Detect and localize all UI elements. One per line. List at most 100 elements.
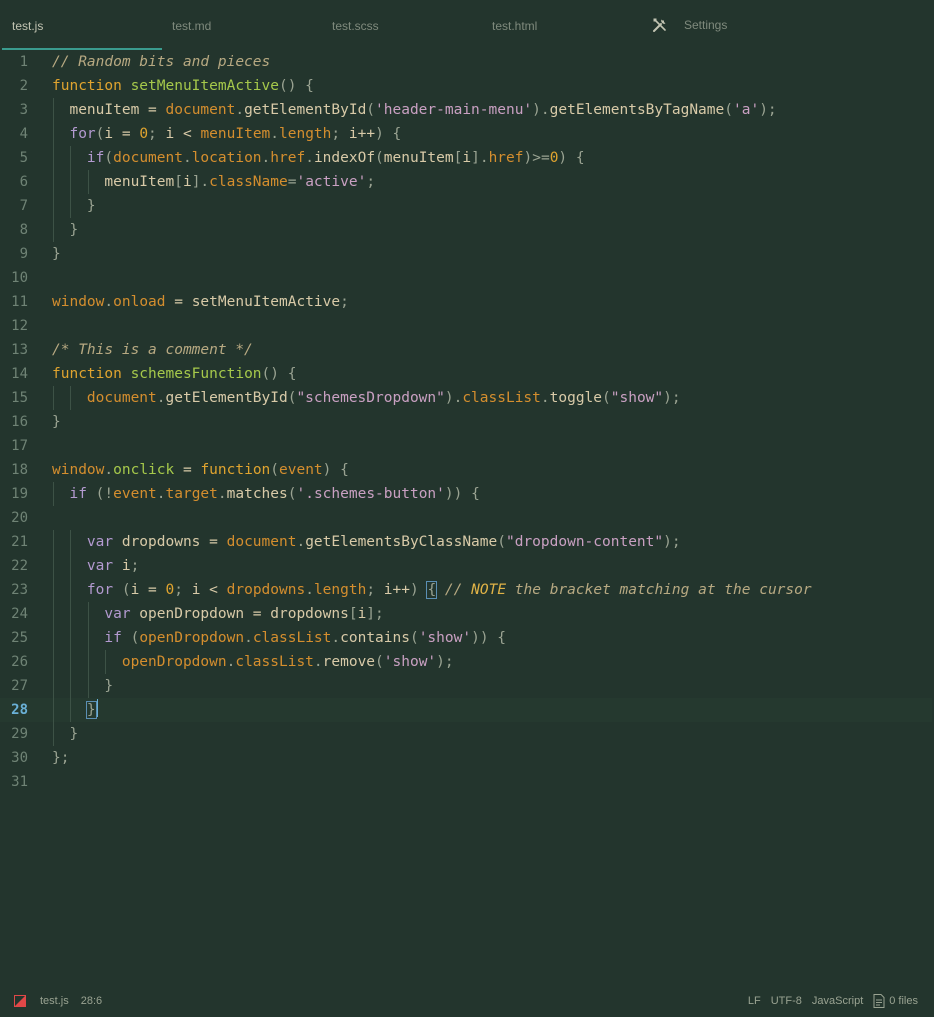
code-token: { [462,486,480,502]
code-text: window.onload = setMenuItemActive; [52,290,349,314]
code-token: } [52,246,61,262]
code-token: setMenuItemActive [130,78,279,94]
code-line[interactable]: 9} [0,242,932,266]
code-line[interactable]: 19 if (!event.target.matches('.schemes-b… [0,482,932,506]
tab-test-md[interactable]: test.md [160,0,320,50]
files-icon [873,994,885,1008]
language-mode[interactable]: JavaScript [812,995,863,1007]
code-line[interactable]: 5 if(document.location.href.indexOf(menu… [0,146,932,170]
code-line[interactable]: 26 openDropdown.classList.remove('show')… [0,650,932,674]
code-token: ( [270,462,280,478]
code-line[interactable]: 27 } [0,674,932,698]
code-token: toggle [549,390,603,406]
line-number: 17 [11,438,28,454]
tab-test-scss[interactable]: test.scss [320,0,480,50]
code-line[interactable]: 17 [0,434,932,458]
code-token: "show" [610,390,664,406]
code-editor[interactable]: 1 // Random bits and pieces 2 function setM… [0,50,934,985]
code-token: if [52,150,105,166]
code-token: className [209,174,288,190]
code-line[interactable]: 10 [0,266,932,290]
code-line[interactable]: 18 window.onclick = function(event) { [0,458,932,482]
line-number: 31 [11,774,28,790]
code-line[interactable]: 2 function setMenuItemActive() { [0,74,932,98]
code-line[interactable]: 20 [0,506,932,530]
code-text: } [52,722,78,746]
code-token: ). [444,390,463,406]
code-token: . [296,534,306,550]
text-cursor [96,699,98,717]
code-token: i < [191,582,227,598]
code-token: classList [235,654,314,670]
code-line[interactable]: 13 /* This is a comment */ [0,338,932,362]
line-number: 6 [19,174,28,190]
code-token: . [182,150,192,166]
code-token: var [52,606,131,622]
line-number: 26 [11,654,28,670]
code-token: ( [86,486,105,502]
code-line[interactable]: 1 // Random bits and pieces [0,50,932,74]
code-token: ( [497,534,506,550]
code-token: i++ [348,126,376,142]
code-text: var i; [52,554,139,578]
code-line[interactable]: 29 } [0,722,932,746]
code-token: () { [278,78,314,94]
code-line[interactable]: 23 for (i = 0; i < dropdowns.length; i++… [0,578,932,602]
code-token: "schemesDropdown" [296,390,445,406]
code-line[interactable]: 7 } [0,194,932,218]
code-text: } [52,410,61,434]
code-line[interactable]: 28 } [0,698,932,722]
code-token: openDropdown = dropdowns [130,606,349,622]
code-token: ( [724,102,733,118]
tab-settings[interactable]: Settings [650,0,810,50]
line-ending[interactable]: LF [748,995,761,1007]
line-number: 27 [11,678,28,694]
tab-test-html[interactable]: test.html [480,0,640,50]
code-line[interactable]: 3 menuItem = document.getElementById('he… [0,98,932,122]
code-token: document [86,390,157,406]
code-token: document [226,534,297,550]
files-count[interactable]: 0 files [889,995,918,1007]
code-line[interactable]: 24 var openDropdown = dropdowns[i]; [0,602,932,626]
code-line[interactable]: 14 function schemesFunction() { [0,362,932,386]
code-token: . [217,486,227,502]
line-number: 29 [11,726,28,742]
code-line[interactable]: 12 [0,314,932,338]
code-token: } [52,222,79,238]
code-token: . [156,390,166,406]
code-token: . [270,126,280,142]
error-icon[interactable] [14,995,26,1007]
code-line[interactable]: 11 window.onload = setMenuItemActive; [0,290,932,314]
code-line[interactable]: 21 var dropdowns = document.getElementsB… [0,530,932,554]
code-text: var openDropdown = dropdowns[i]; [52,602,383,626]
code-token: i++ [383,582,410,598]
encoding[interactable]: UTF-8 [771,995,802,1007]
code-token: ( [366,102,376,118]
code-line[interactable]: 8 } [0,218,932,242]
code-token: . [104,462,114,478]
code-token: ; [366,174,376,190]
code-token: ) { [558,150,585,166]
tab-test-js[interactable]: test.js [0,0,162,50]
code-line[interactable]: 16} [0,410,932,434]
code-token: dropdowns = [113,534,227,550]
code-token: if [52,630,122,646]
cursor-position[interactable]: 28:6 [81,995,102,1007]
code-line[interactable]: 4 for(i = 0; i < menuItem.length; i++) { [0,122,932,146]
code-token: 'show' [418,630,472,646]
code-line[interactable]: 6 menuItem[i].className='active'; [0,170,932,194]
code-token: window [52,462,105,478]
code-text: function schemesFunction() { [52,362,296,386]
code-line[interactable]: 25 if (openDropdown.classList.contains('… [0,626,932,650]
code-token: ; [130,558,140,574]
code-line[interactable]: 30}; [0,746,932,770]
code-token: window [52,294,105,310]
line-number: 14 [11,366,28,382]
code-token: location [191,150,262,166]
code-line[interactable]: 31 [0,770,932,794]
code-line[interactable]: 22 var i; [0,554,932,578]
code-line[interactable]: 15 document.getElementById("schemesDropd… [0,386,932,410]
code-token: function [200,462,271,478]
line-number: 3 [19,102,28,118]
